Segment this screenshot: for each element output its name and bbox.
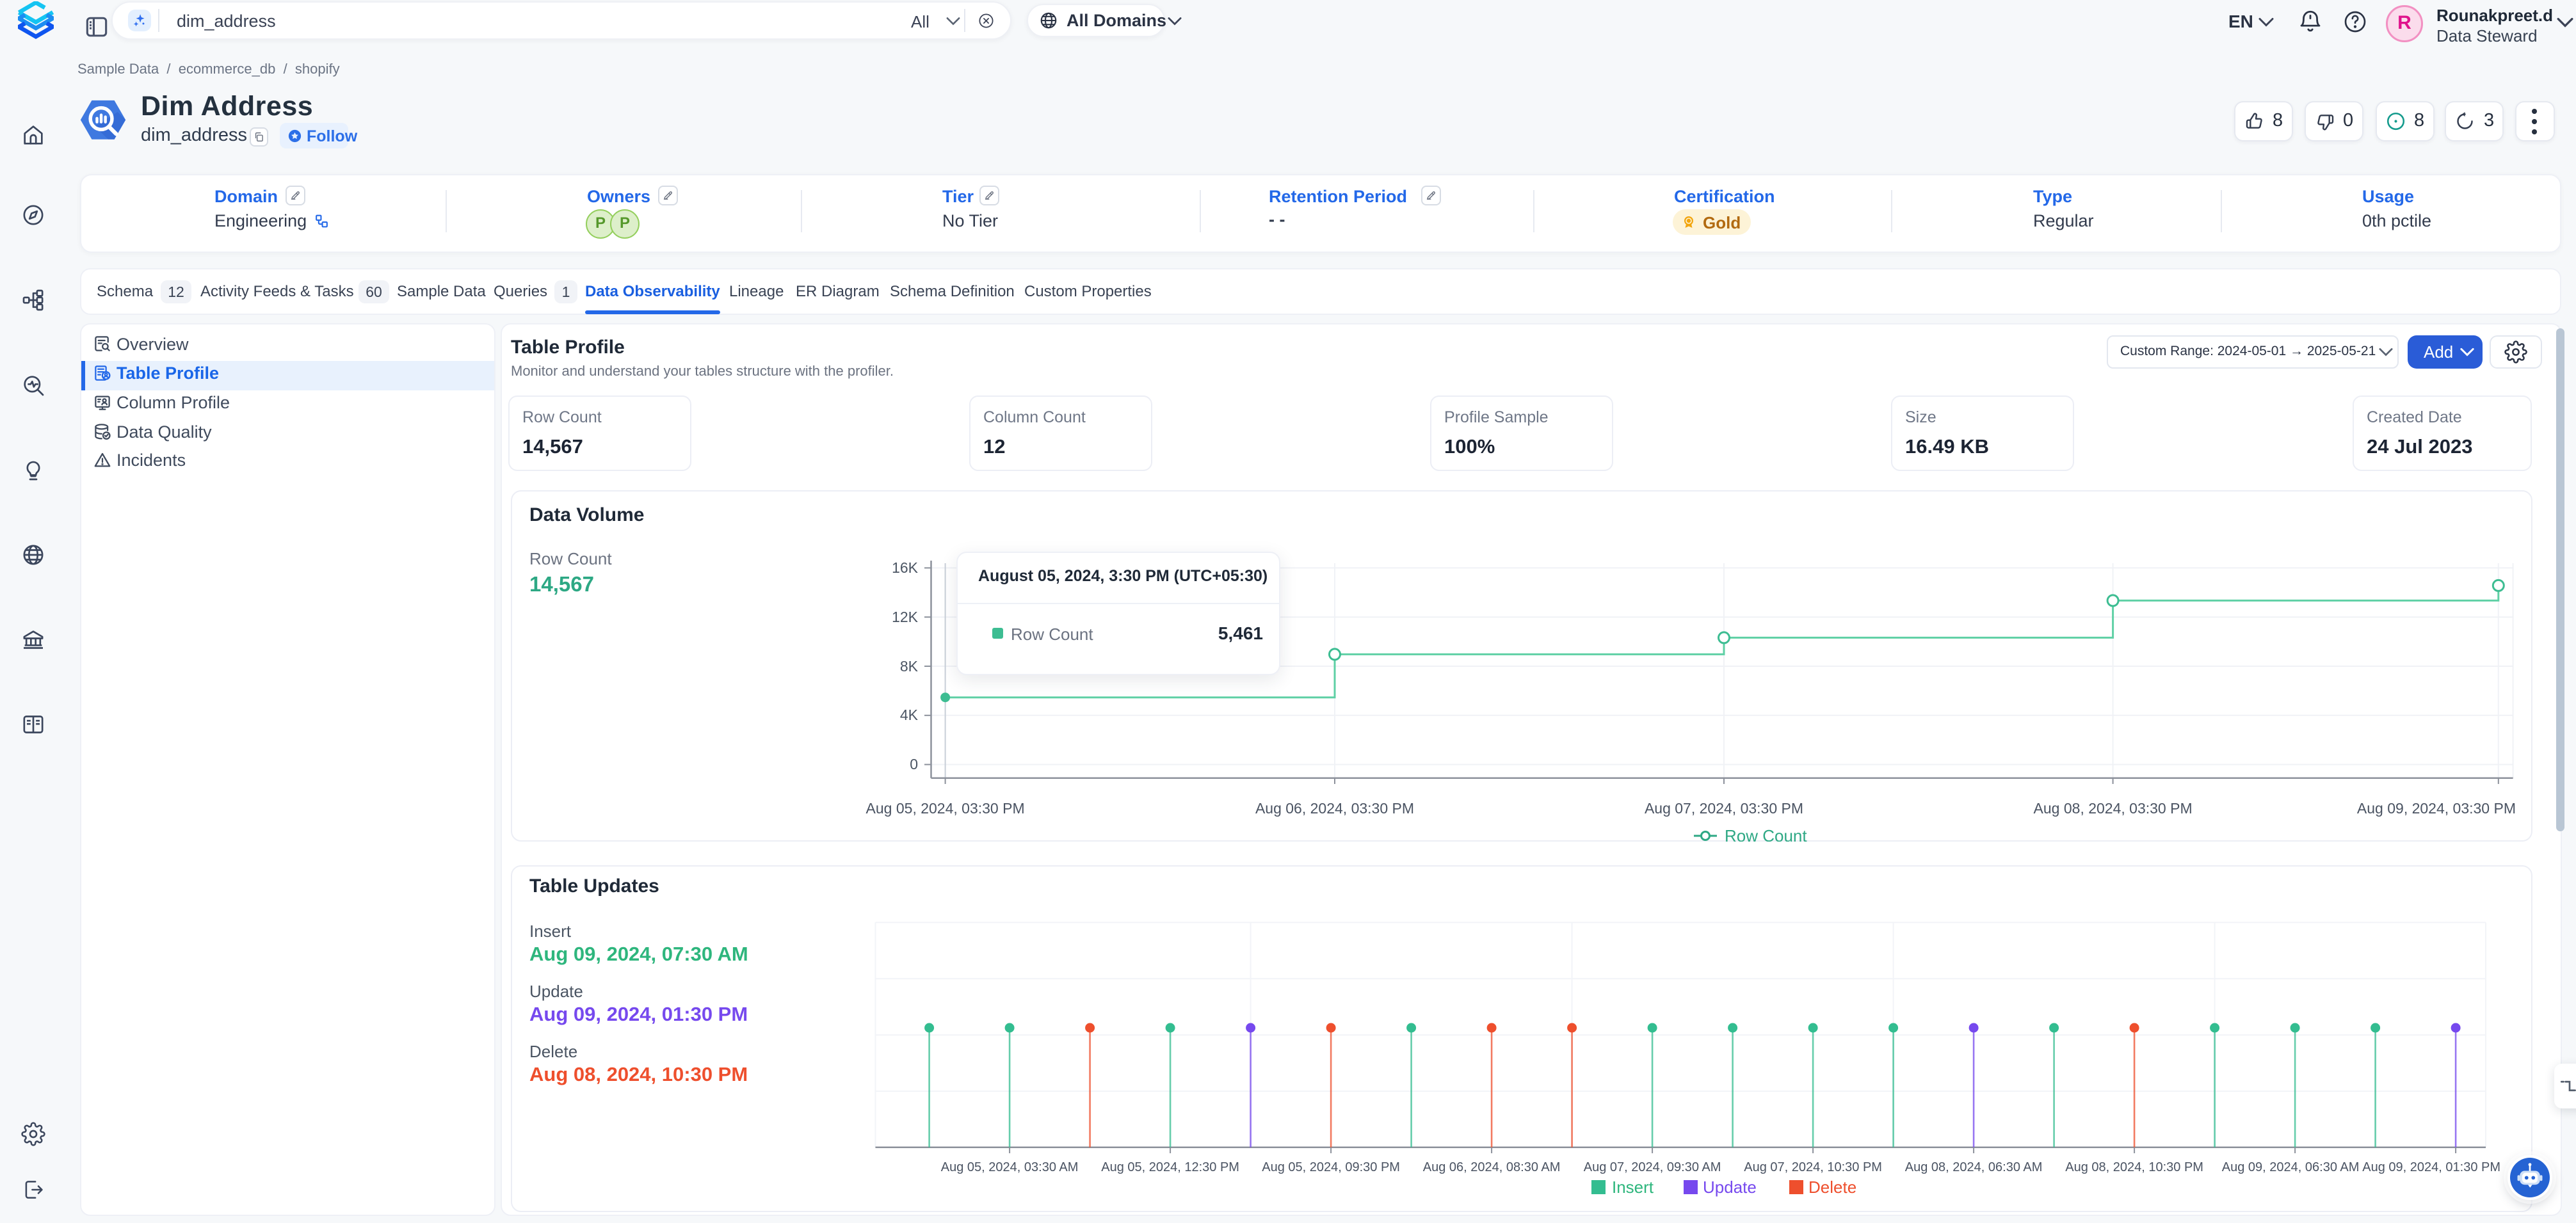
svg-text:Aug 09, 2024, 01:30 PM: Aug 09, 2024, 01:30 PM — [2362, 1160, 2500, 1174]
svg-text:Row Count: Row Count — [1725, 826, 1807, 842]
svg-text:Aug 08, 2024, 10:30 PM: Aug 08, 2024, 10:30 PM — [2065, 1160, 2203, 1174]
svg-text:Aug 07, 2024, 09:30 AM: Aug 07, 2024, 09:30 AM — [1584, 1160, 1721, 1174]
svg-text:Aug 05, 2024, 09:30 PM: Aug 05, 2024, 09:30 PM — [1262, 1160, 1400, 1174]
svg-text:8K: 8K — [900, 658, 919, 675]
svg-text:16K: 16K — [892, 559, 919, 576]
svg-text:Aug 08, 2024, 06:30 AM: Aug 08, 2024, 06:30 AM — [1905, 1160, 2043, 1174]
svg-text:12K: 12K — [892, 609, 919, 625]
svg-text:Aug 06, 2024, 03:30 PM: Aug 06, 2024, 03:30 PM — [1255, 800, 1414, 817]
svg-text:Update: Update — [1703, 1178, 1757, 1197]
svg-text:Delete: Delete — [1808, 1178, 1856, 1197]
svg-text:Aug 07, 2024, 03:30 PM: Aug 07, 2024, 03:30 PM — [1645, 800, 1803, 817]
svg-text:Aug 08, 2024, 03:30 PM: Aug 08, 2024, 03:30 PM — [2034, 800, 2193, 817]
svg-text:Aug 05, 2024, 12:30 PM: Aug 05, 2024, 12:30 PM — [1101, 1160, 1239, 1174]
svg-text:Aug 09, 2024, 03:30 PM: Aug 09, 2024, 03:30 PM — [2357, 800, 2516, 817]
svg-text:Aug 05, 2024, 03:30 PM: Aug 05, 2024, 03:30 PM — [866, 800, 1025, 817]
svg-text:0: 0 — [910, 756, 918, 772]
svg-text:Aug 09, 2024, 06:30 AM: Aug 09, 2024, 06:30 AM — [2222, 1160, 2360, 1174]
svg-text:Insert: Insert — [1612, 1178, 1654, 1197]
svg-text:Aug 06, 2024, 08:30 AM: Aug 06, 2024, 08:30 AM — [1423, 1160, 1561, 1174]
svg-text:Aug 05, 2024, 03:30 AM: Aug 05, 2024, 03:30 AM — [941, 1160, 1079, 1174]
svg-text:4K: 4K — [900, 707, 919, 723]
svg-text:Aug 07, 2024, 10:30 PM: Aug 07, 2024, 10:30 PM — [1744, 1160, 1882, 1174]
